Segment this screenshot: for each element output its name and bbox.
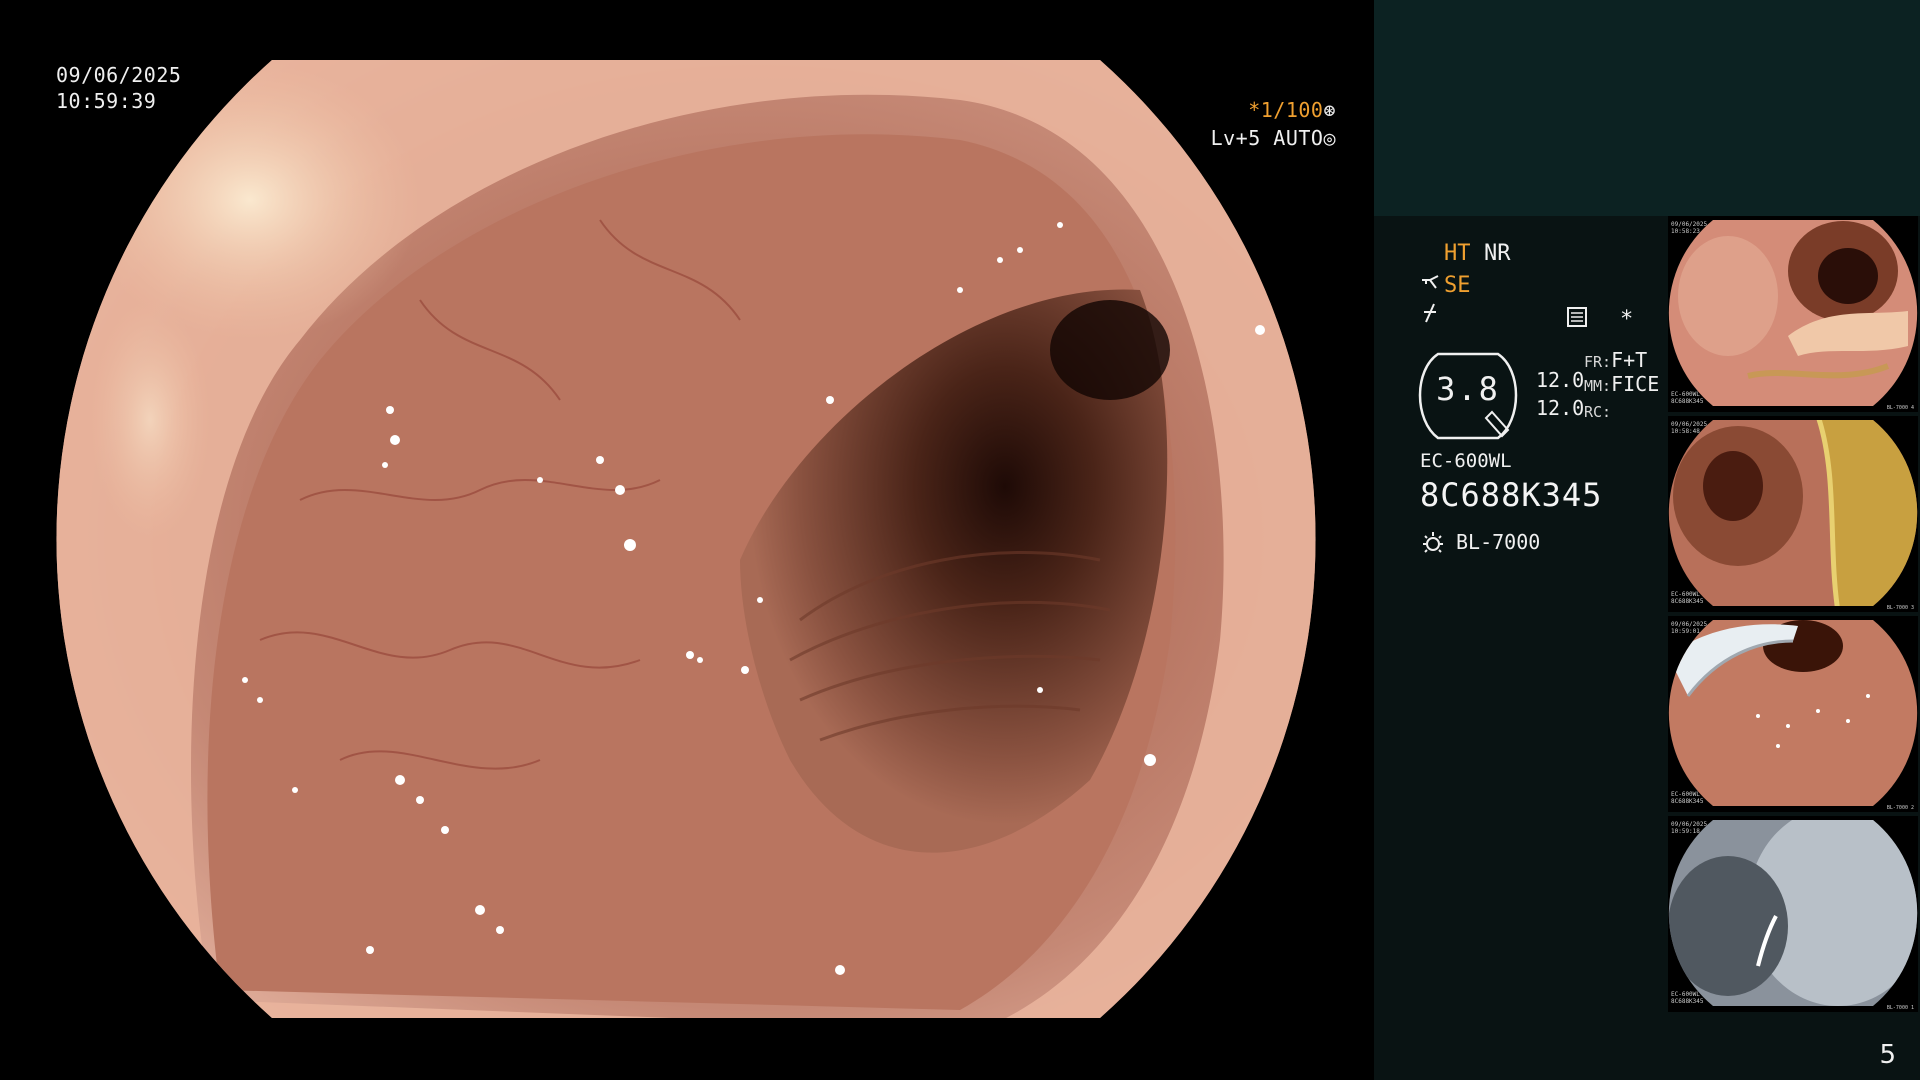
light-source-name: BL-7000 [1456, 530, 1541, 554]
mm-label: MM: [1584, 377, 1612, 395]
thumb-scope-info: EC-600WL 8C688K345 [1671, 991, 1704, 1005]
auto-iris-icon: ◎ [1323, 126, 1336, 150]
thumb-light-info: BL-7000 2 [1887, 806, 1914, 811]
thumb-model: EC-600WL [1671, 591, 1700, 598]
thumb-time: 10:59:01 [1671, 628, 1700, 635]
thumb-model: EC-600WL [1671, 991, 1700, 998]
structure-enhance-icon [1420, 272, 1442, 302]
rc-setting: RC: [1584, 398, 1611, 422]
fr-setting: FR:F+T [1584, 348, 1647, 372]
thumb-serial: 8C688K345 [1671, 598, 1704, 605]
date-text: 09/06/2025 [56, 63, 182, 87]
thumb-index: 3 [1910, 605, 1914, 611]
asterisk-indicator: * [1620, 307, 1634, 332]
shutter-wheel-icon: ⊛ [1323, 98, 1336, 122]
shutter-value: *1/100 [1248, 98, 1324, 122]
value-1: 12.0 [1536, 368, 1585, 392]
thumb-datetime: 09/06/2025 10:58:48 [1671, 421, 1707, 435]
time-text: 10:59:39 [56, 89, 157, 113]
thumb-light-info: BL-7000 3 [1887, 606, 1914, 611]
shutter-speed: *1/100⊛ [1248, 97, 1336, 123]
thumb-date: 09/06/2025 [1671, 221, 1708, 228]
thumb-light: BL-7000 [1886, 805, 1908, 811]
thumb-date: 09/06/2025 [1671, 821, 1708, 828]
thumb-datetime: 09/06/2025 10:58:23 [1671, 221, 1707, 235]
gauge-value: 3.8 [1436, 370, 1500, 408]
thumb-serial: 8C688K345 [1671, 798, 1704, 805]
thumb-index: 1 [1910, 1005, 1914, 1011]
se-indicator: SE [1444, 273, 1471, 298]
thumb-time: 10:58:48 [1671, 428, 1700, 435]
ht-indicator: HT [1444, 241, 1471, 266]
mm-value: FICE [1611, 372, 1660, 396]
value-2: 12.0 [1536, 396, 1585, 420]
light-source-icon [1420, 530, 1446, 561]
thumb-date: 09/06/2025 [1671, 621, 1708, 628]
page-number: 5 [1879, 1040, 1896, 1070]
captured-thumbnail-4[interactable]: 09/06/2025 10:59:18 EC-600WL 8C688K345 BL-… [1668, 816, 1918, 1012]
iris-level: Lv+5 AUTO◎ [1211, 125, 1336, 151]
scope-serial: 8C688K345 [1420, 476, 1603, 514]
zoom-gauge: 3.8 [1418, 350, 1528, 442]
thumb-model: EC-600WL [1671, 391, 1700, 398]
level-value: Lv+5 AUTO [1210, 126, 1324, 150]
fr-label: FR: [1584, 353, 1612, 371]
thumbnail-image [1668, 220, 1918, 406]
thumb-serial: 8C688K345 [1671, 998, 1704, 1005]
thumb-time: 10:58:23 [1671, 228, 1700, 235]
date-time-overlay: 09/06/2025 10:59:39 [56, 62, 181, 114]
endoscope-main-view: 09/06/2025 10:59:39 *1/100⊛ Lv+5 AUTO◎ [0, 0, 1374, 1080]
thumb-light: BL-7000 [1886, 605, 1908, 611]
thumb-scope-info: EC-600WL 8C688K345 [1671, 591, 1704, 605]
fr-value: F+T [1611, 348, 1648, 372]
thumbnail-image [1668, 420, 1918, 606]
thumbnail-image [1668, 820, 1918, 1006]
function-slash-icon [1420, 302, 1442, 332]
captured-thumbnail-1[interactable]: 09/06/2025 10:58:23 EC-600WL 8C688K345 BL-… [1668, 216, 1918, 412]
thumbnail-image [1668, 620, 1918, 806]
thumb-time: 10:59:18 [1671, 828, 1700, 835]
thumb-light-info: BL-7000 1 [1887, 1006, 1914, 1011]
meter-icon [1566, 306, 1588, 336]
thumb-light: BL-7000 [1886, 1005, 1908, 1011]
scope-model: EC-600WL [1420, 450, 1512, 472]
thumb-scope-info: EC-600WL 8C688K345 [1671, 791, 1704, 805]
thumb-scope-info: EC-600WL 8C688K345 [1671, 391, 1704, 405]
rc-label: RC: [1584, 403, 1612, 421]
thumb-index: 4 [1910, 405, 1914, 411]
thumb-datetime: 09/06/2025 10:59:01 [1671, 621, 1707, 635]
thumb-serial: 8C688K345 [1671, 398, 1704, 405]
panel-header-area [1374, 0, 1920, 216]
captured-thumbnail-2[interactable]: 09/06/2025 10:58:48 EC-600WL 8C688K345 BL-… [1668, 416, 1918, 612]
thumb-light: BL-7000 [1886, 405, 1908, 411]
captured-thumbnail-3[interactable]: 09/06/2025 10:59:01 EC-600WL 8C688K345 BL-… [1668, 616, 1918, 812]
mm-setting: MM:FICE [1584, 372, 1659, 396]
thumb-light-info: BL-7000 4 [1887, 406, 1914, 411]
endoscopic-image [56, 60, 1316, 1018]
thumb-datetime: 09/06/2025 10:59:18 [1671, 821, 1707, 835]
thumb-date: 09/06/2025 [1671, 421, 1708, 428]
settings-block: HT NR SE * 3.8 12.0 12.0 FR:F+T MM:FICE … [1394, 240, 1694, 600]
thumb-index: 2 [1910, 805, 1914, 811]
thumb-model: EC-600WL [1671, 791, 1700, 798]
nr-indicator: NR [1484, 241, 1511, 266]
